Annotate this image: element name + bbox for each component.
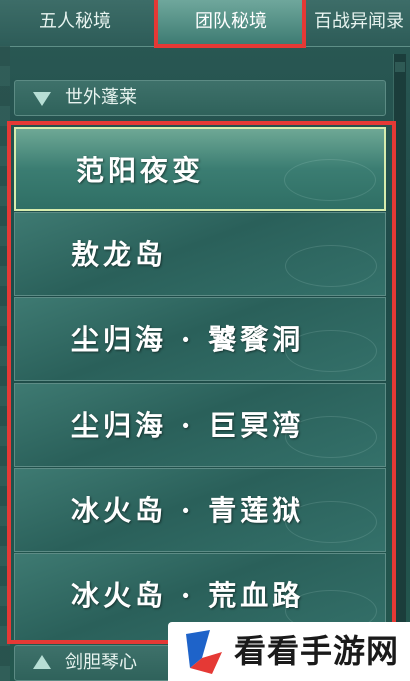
tab-five-person-dungeon[interactable]: 五人秘境 (0, 0, 150, 46)
list-highlight-box (7, 121, 396, 644)
collapse-triangle-icon (33, 92, 51, 106)
watermark-text: 看看手游网 (234, 632, 400, 670)
tab-highlight-box (154, 0, 306, 48)
category-header-penglai[interactable]: 世外蓬莱 (14, 80, 386, 116)
category-label: 世外蓬莱 (65, 87, 137, 108)
watermark: 看看手游网 (168, 622, 410, 681)
expand-triangle-icon (33, 655, 51, 669)
category-label: 剑胆琴心 (65, 652, 137, 673)
tab-battle-records[interactable]: 百战异闻录 (314, 0, 410, 46)
watermark-logo-icon (186, 630, 222, 674)
scrollbar-thumb[interactable] (395, 62, 405, 72)
